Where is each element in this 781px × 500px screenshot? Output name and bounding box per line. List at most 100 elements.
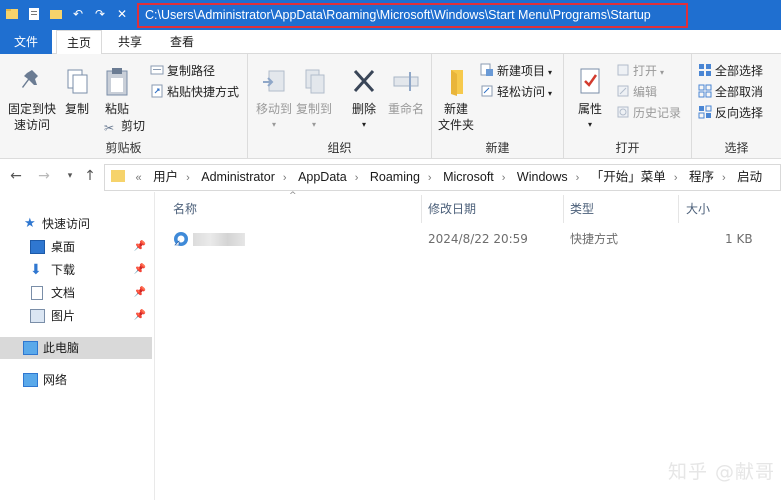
paste-shortcut-button[interactable]: 粘贴快捷方式 [150, 83, 239, 101]
breadcrumb-item[interactable]: AppData [293, 165, 352, 190]
chevron-right-icon[interactable]: › [499, 166, 509, 190]
chevron-right-icon[interactable]: › [352, 166, 362, 190]
scissors-icon: ✂ [104, 121, 115, 135]
redo-icon[interactable]: ↷ [92, 6, 108, 22]
document-icon [31, 286, 43, 300]
breadcrumb-item[interactable]: Windows [512, 165, 573, 190]
column-divider[interactable] [563, 195, 564, 223]
open-button[interactable]: 打开 ▾ [616, 62, 664, 80]
pin-icon[interactable]: 📌 [134, 236, 146, 258]
move-to-label: 移动到 [256, 102, 293, 116]
chevron-right-icon[interactable]: › [573, 166, 583, 190]
copy-icon [67, 69, 88, 94]
forward-icon[interactable]: → [36, 168, 52, 186]
breadcrumb-item[interactable]: Administrator [196, 165, 280, 190]
breadcrumb-item[interactable]: Roaming [365, 165, 425, 190]
cut-button[interactable]: ✂ 剪切 [104, 117, 145, 135]
rename-icon [393, 72, 419, 91]
rename-button[interactable]: 重命名 [386, 66, 426, 117]
nav-this-pc[interactable]: 此电脑 [0, 337, 152, 359]
pin-icon[interactable]: 📌 [134, 282, 146, 304]
new-folder-button[interactable]: 新建 文件夹 [438, 66, 474, 133]
tab-home[interactable]: 主页 [56, 30, 102, 55]
pin-icon[interactable]: 📌 [134, 305, 146, 327]
select-none-button[interactable]: 全部取消 [698, 83, 763, 101]
chevron-right-icon[interactable]: › [671, 166, 681, 190]
invert-selection-button[interactable]: 反向选择 [698, 104, 763, 122]
history-button[interactable]: 历史记录 [616, 104, 681, 122]
easy-access-label: 轻松访问 [497, 85, 546, 99]
copy-path-icon [150, 65, 164, 75]
pin-icon[interactable]: 📌 [134, 259, 146, 281]
select-group: 全部选择 全部取消 反向选择 选择 [692, 54, 781, 159]
column-name[interactable]: 名称 [173, 197, 197, 221]
chevron-right-icon[interactable]: › [425, 166, 435, 190]
tab-file[interactable]: 文件 [0, 30, 52, 54]
nav-quick-access[interactable]: ★ 快速访问 [0, 213, 152, 235]
delete-icon [353, 69, 375, 93]
paste-button[interactable]: 粘贴 [100, 66, 134, 117]
easy-access-button[interactable]: 轻松访问 ▾ [480, 83, 552, 101]
breadcrumb-item[interactable]: Microsoft [438, 165, 499, 190]
breadcrumb-item[interactable]: 启动 [732, 165, 767, 190]
pin-quick-access-button[interactable]: 固定到快 速访问 [4, 66, 60, 133]
nav-network[interactable]: 网络 [0, 369, 152, 391]
copy-to-button[interactable]: 复制到 ▾ [296, 66, 332, 133]
column-type[interactable]: 类型 [570, 197, 594, 221]
select-none-label: 全部取消 [715, 85, 764, 99]
paste-icon [106, 68, 128, 96]
chevron-down-icon: ▾ [548, 68, 553, 77]
breadcrumb-overflow[interactable]: « [132, 166, 144, 190]
edit-label: 编辑 [633, 85, 658, 99]
chevron-right-icon[interactable]: › [719, 166, 729, 190]
desktop-icon [30, 240, 45, 254]
chevron-right-icon[interactable]: › [183, 166, 193, 190]
file-type: 快捷方式 [570, 232, 619, 246]
copy-button[interactable]: 复制 [62, 66, 92, 117]
column-divider[interactable] [421, 195, 422, 223]
breadcrumb-item[interactable]: 用户 [148, 165, 183, 190]
breadcrumb-item[interactable]: 程序 [684, 165, 719, 190]
copy-path-button[interactable]: 复制路径 [150, 62, 215, 80]
new-folder-quick-icon[interactable] [48, 6, 64, 22]
column-divider[interactable] [678, 195, 679, 223]
back-icon[interactable]: ← [8, 168, 24, 186]
address-bar[interactable]: « 用户 › Administrator › AppData › Roaming › M… [104, 164, 781, 191]
new-group-label: 新建 [485, 141, 510, 155]
cut-label: 剪切 [121, 119, 146, 133]
edit-button[interactable]: 编辑 [616, 83, 657, 101]
select-all-button[interactable]: 全部选择 [698, 62, 763, 80]
move-to-button[interactable]: 移动到 ▾ [256, 66, 292, 133]
column-size[interactable]: 大小 [686, 197, 710, 221]
breadcrumb-item[interactable]: 「开始」菜单 [586, 165, 671, 190]
delete-quick-icon[interactable]: ✕ [114, 6, 130, 22]
column-modified[interactable]: 修改日期 [428, 197, 476, 221]
invert-selection-label: 反向选择 [715, 106, 764, 120]
nav-this-pc-label: 此电脑 [43, 341, 80, 355]
copy-label: 复制 [64, 102, 89, 116]
up-icon[interactable]: ↑ [82, 168, 98, 186]
nav-downloads-label: 下载 [51, 263, 76, 277]
paste-shortcut-icon [151, 84, 163, 98]
chevron-down-icon: ▾ [660, 68, 665, 77]
open-group-label: 打开 [615, 141, 640, 155]
nav-desktop[interactable]: 桌面 📌 [0, 236, 152, 258]
chevron-right-icon[interactable]: › [280, 166, 290, 190]
undo-icon[interactable]: ↶ [70, 6, 86, 22]
select-all-label: 全部选择 [715, 64, 764, 78]
move-to-icon [263, 70, 285, 92]
recent-locations-icon[interactable]: ▾ [62, 171, 78, 189]
tab-share[interactable]: 共享 [110, 30, 150, 54]
nav-downloads[interactable]: ⬇ 下载 📌 [0, 259, 152, 281]
nav-documents[interactable]: 文档 📌 [0, 282, 152, 304]
properties-quick-icon[interactable] [26, 6, 42, 22]
properties-button[interactable]: 属性 ▾ [574, 66, 606, 133]
file-modified: 2024/8/22 20:59 [428, 232, 528, 246]
file-row[interactable]: 2024/8/22 20:59 快捷方式 1 KB [165, 228, 781, 250]
tab-view[interactable]: 查看 [162, 30, 202, 54]
nav-pictures[interactable]: 图片 📌 [0, 305, 152, 327]
delete-button[interactable]: 删除 ▾ [348, 66, 380, 133]
new-item-button[interactable]: 新建项目 ▾ [480, 62, 552, 80]
new-group: 新建 文件夹 新建项目 ▾ 轻松访问 ▾ 新建 [432, 54, 564, 159]
pin-icon [22, 70, 38, 88]
